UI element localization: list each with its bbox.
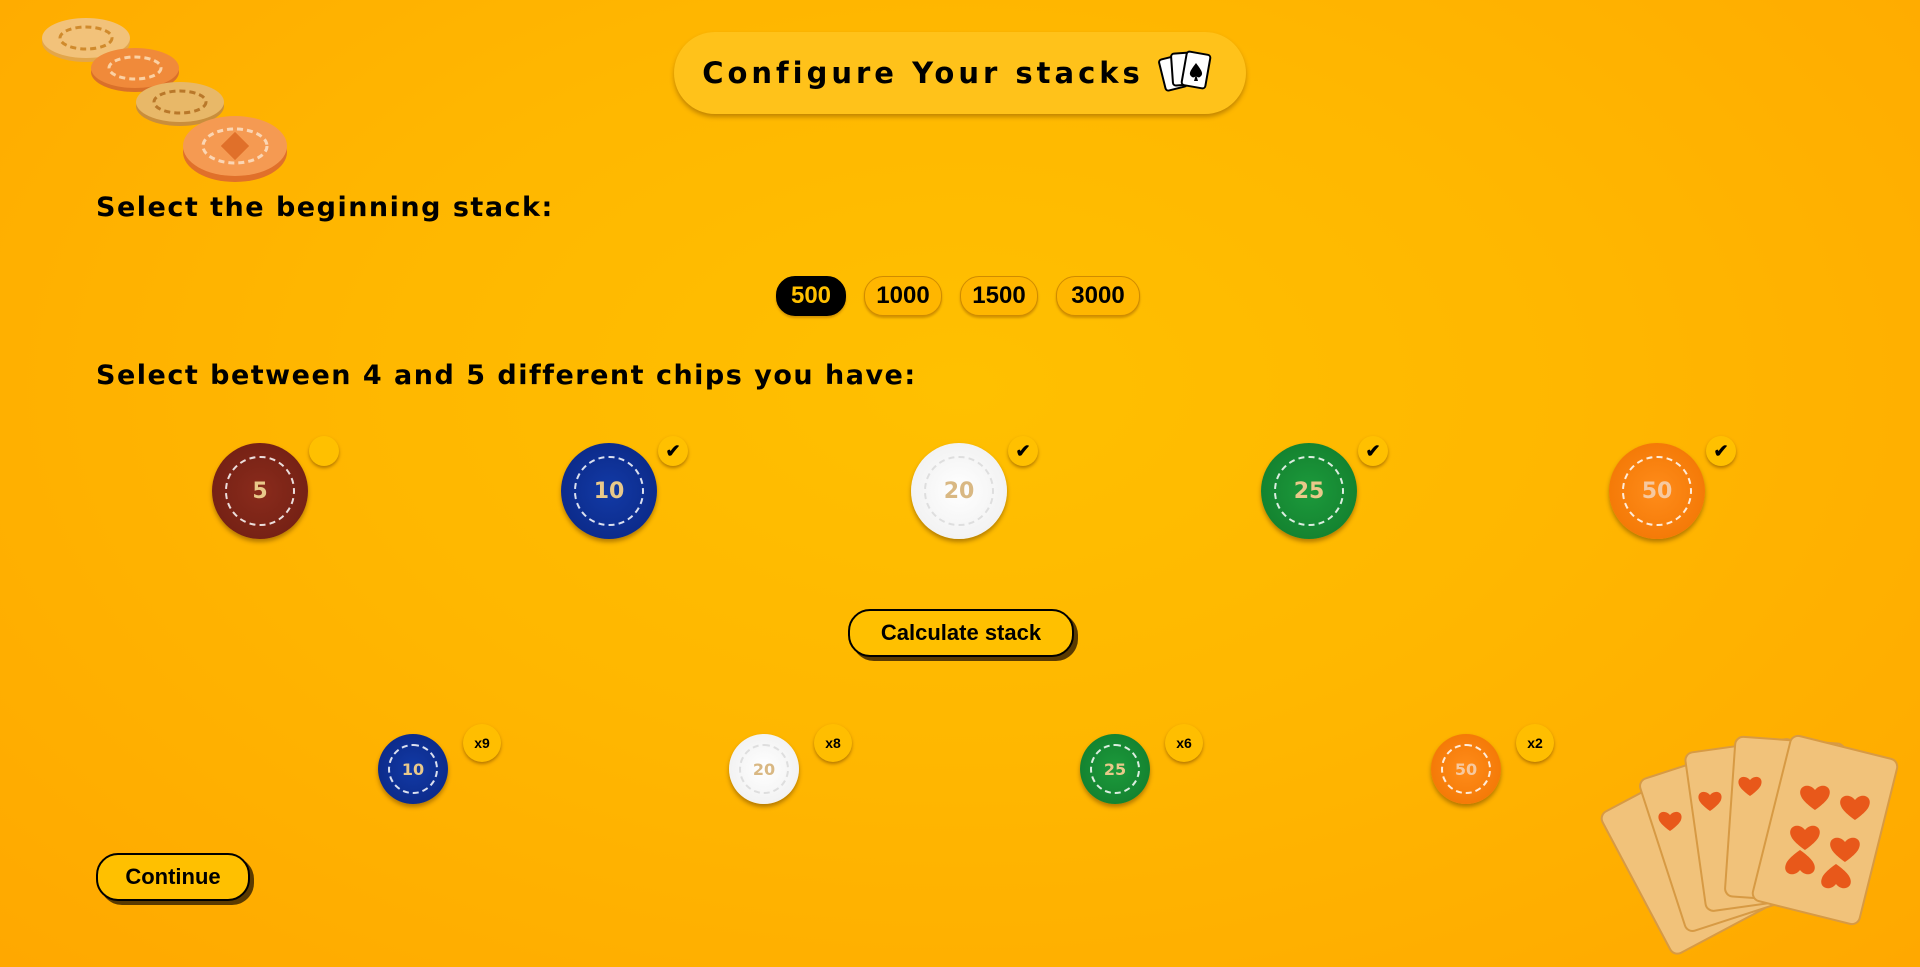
stack-section-heading: Select the beginning stack:	[96, 192, 554, 223]
result-count-badge: x6	[1165, 724, 1203, 762]
result-chip-20-icon: 20	[729, 734, 799, 804]
stack-option-1000[interactable]: 1000	[864, 276, 942, 316]
chip-10-icon: 10	[561, 443, 657, 539]
playing-cards-icon	[1157, 47, 1218, 99]
chip-20-icon: 20	[911, 443, 1007, 539]
chip-20-checkbox[interactable]: ✔	[1008, 436, 1038, 466]
calculate-stack-button[interactable]: Calculate stack	[848, 609, 1074, 657]
page-title: Configure Your stacks	[702, 56, 1144, 90]
chip-option-25[interactable]: 25 ✔	[1261, 436, 1401, 543]
chip-50-checkbox[interactable]: ✔	[1706, 436, 1736, 466]
chip-5-icon: 5	[212, 443, 308, 539]
royal-flush-cards-icon	[1600, 720, 1910, 960]
chip-option-10[interactable]: 10 ✔	[561, 436, 701, 543]
result-chip-10-icon: 10	[378, 734, 448, 804]
stack-option-1500[interactable]: 1500	[960, 276, 1038, 316]
stack-options: 500 1000 1500 3000	[776, 276, 1140, 316]
chip-5-checkbox[interactable]	[309, 436, 339, 466]
result-chip-25-icon: 25	[1080, 734, 1150, 804]
result-chip-10: 10 x9	[378, 724, 518, 814]
stack-option-3000[interactable]: 3000	[1056, 276, 1140, 316]
chip-option-20[interactable]: 20 ✔	[911, 436, 1051, 543]
result-chip-25: 25 x6	[1080, 724, 1220, 814]
result-chip-20: 20 x8	[729, 724, 869, 814]
result-count-badge: x2	[1516, 724, 1554, 762]
continue-button[interactable]: Continue	[96, 853, 250, 901]
chip-option-5[interactable]: 5	[212, 436, 352, 543]
chip-option-50[interactable]: 50 ✔	[1609, 436, 1749, 543]
title-pill: Configure Your stacks	[674, 32, 1246, 114]
result-chip-50-icon: 50	[1431, 734, 1501, 804]
poker-chips-stack-icon	[30, 12, 300, 192]
chip-50-icon: 50	[1609, 443, 1705, 539]
result-count-badge: x9	[463, 724, 501, 762]
result-chip-50: 50 x2	[1431, 724, 1571, 814]
chips-section-heading: Select between 4 and 5 different chips y…	[96, 360, 917, 391]
stack-option-500[interactable]: 500	[776, 276, 846, 316]
chip-25-checkbox[interactable]: ✔	[1358, 436, 1388, 466]
chip-25-icon: 25	[1261, 443, 1357, 539]
chip-10-checkbox[interactable]: ✔	[658, 436, 688, 466]
result-count-badge: x8	[814, 724, 852, 762]
